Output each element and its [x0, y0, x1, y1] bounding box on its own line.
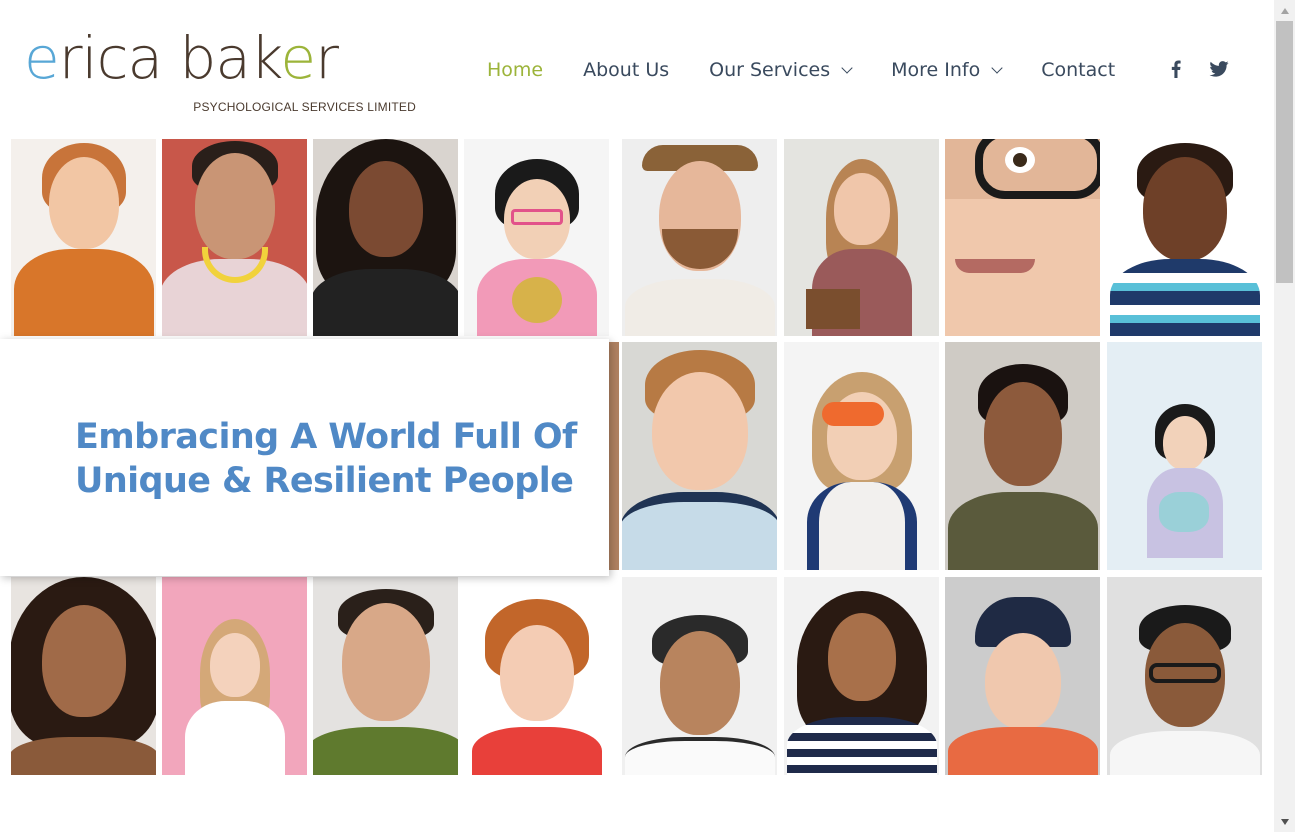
portrait-tile [945, 577, 1100, 775]
facebook-glyph [1171, 60, 1181, 78]
portrait-tile [313, 577, 458, 775]
page-scrollbar[interactable] [1274, 0, 1295, 832]
hero-card: Embracing A World Full Of Unique & Resil… [0, 339, 609, 576]
twitter-glyph [1209, 61, 1229, 77]
nav-item-about-us[interactable]: About Us [583, 59, 669, 81]
portrait-tile [622, 577, 777, 775]
portrait-tile [622, 139, 777, 336]
chevron-down-icon [841, 62, 853, 74]
portrait-tile [464, 139, 609, 336]
portrait-tile [609, 342, 619, 570]
portrait-tile [945, 139, 1100, 336]
portrait-tile [11, 577, 156, 775]
portrait-tile [1107, 342, 1262, 570]
twitter-icon[interactable] [1207, 58, 1231, 80]
scroll-down-arrow-icon[interactable] [1274, 811, 1295, 832]
logo-wordmark: erica baker [24, 24, 339, 92]
main-nav: Home About Us Our Services More Info Con… [487, 56, 1155, 84]
portrait-tile [945, 342, 1100, 570]
nav-item-contact[interactable]: Contact [1041, 59, 1115, 81]
portrait-tile [464, 577, 609, 775]
scroll-up-arrow-icon[interactable] [1274, 0, 1295, 21]
nav-item-our-services[interactable]: Our Services [709, 59, 853, 81]
nav-item-more-info[interactable]: More Info [891, 59, 1003, 81]
site-logo[interactable]: erica baker PSYCHOLOGICAL SERVICES LIMIT… [24, 16, 416, 120]
scrollbar-thumb[interactable] [1276, 21, 1293, 283]
portrait-tile [622, 342, 777, 570]
portrait-tile [11, 139, 156, 336]
portrait-tile [784, 139, 939, 336]
portrait-tile [313, 139, 458, 336]
logo-subtitle: PSYCHOLOGICAL SERVICES LIMITED [193, 100, 416, 114]
portrait-tile [162, 577, 307, 775]
chevron-down-icon [991, 62, 1003, 74]
facebook-icon[interactable] [1166, 58, 1186, 80]
portrait-tile [784, 342, 939, 570]
portrait-tile [1107, 577, 1262, 775]
hero-title: Embracing A World Full Of Unique & Resil… [75, 417, 577, 501]
nav-item-home[interactable]: Home [487, 59, 543, 81]
portrait-tile [784, 577, 939, 775]
site-header: erica baker PSYCHOLOGICAL SERVICES LIMIT… [0, 0, 1274, 139]
portrait-tile [1107, 139, 1262, 336]
portrait-tile [162, 139, 307, 336]
